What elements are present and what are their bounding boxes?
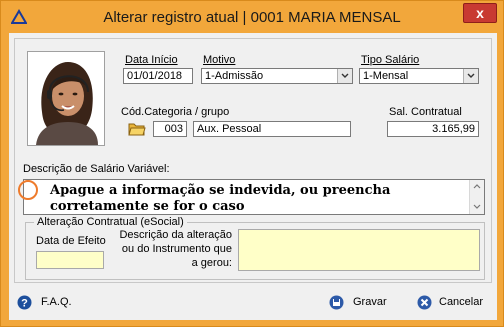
alteracao-contratual-title: Alteração Contratual (eSocial) (34, 216, 187, 228)
descricao-alteracao-label-2: ou do Instrumento que (121, 243, 232, 255)
cancel-icon (417, 295, 432, 310)
scroll-down-icon[interactable] (473, 204, 481, 210)
descricao-salario-memo[interactable]: Apague a informação se indevida, ou pree… (18, 179, 485, 215)
sal-contratual-label: Sal. Contratual (389, 106, 462, 118)
categoria-code-field[interactable]: 003 (153, 121, 187, 137)
tipo-salario-value: 1-Mensal (363, 70, 409, 82)
dialog-window: Alterar registro atual | 0001 MARIA MENS… (0, 0, 504, 327)
scroll-up-icon[interactable] (473, 183, 481, 189)
descricao-salario-text: Apague a informação se indevida, ou pree… (50, 183, 391, 214)
tipo-salario-label: Tipo Salário (361, 54, 420, 66)
categoria-name-field[interactable]: Aux. Pessoal (193, 121, 351, 137)
sal-contratual-field[interactable]: 3.165,99 (387, 121, 479, 137)
faq-label: F.A.Q. (41, 296, 72, 308)
employee-photo (27, 51, 105, 146)
descricao-alteracao-label-3: a gerou: (191, 257, 232, 269)
motivo-label: Motivo (203, 54, 236, 66)
memo-scrollbar[interactable] (469, 180, 484, 214)
motivo-select[interactable]: 1-Admissão (201, 68, 353, 84)
close-button[interactable]: x (463, 3, 497, 23)
dialog-client: Data Início 01/01/2018 Motivo 1-Admissão… (9, 33, 497, 320)
gravar-label: Gravar (353, 296, 387, 308)
folder-icon[interactable] (128, 121, 146, 136)
motivo-value: 1-Admissão (205, 70, 264, 82)
descricao-alteracao-field[interactable] (238, 229, 480, 271)
svg-text:?: ? (21, 298, 28, 310)
window-title: Alterar registro atual | 0001 MARIA MENS… (103, 9, 401, 26)
chevron-down-icon[interactable] (463, 69, 478, 83)
descricao-salario-label: Descrição de Salário Variável: (23, 163, 170, 175)
cancelar-label: Cancelar (439, 296, 484, 308)
categoria-label: Cód.Categoria / grupo (121, 106, 230, 118)
chevron-down-icon[interactable] (337, 69, 352, 83)
descricao-alteracao-label-1: Descrição da alteração (119, 229, 232, 241)
data-efeito-label: Data de Efeito (36, 235, 106, 247)
save-icon (329, 295, 344, 310)
data-inicio-label: Data Início (125, 54, 178, 66)
alteracao-contratual-group: Alteração Contratual (eSocial) Data de E… (25, 216, 485, 280)
cursor-highlight (18, 180, 38, 200)
tipo-salario-select[interactable]: 1-Mensal (359, 68, 479, 84)
data-inicio-field[interactable]: 01/01/2018 (123, 68, 193, 84)
avatar (28, 52, 104, 145)
data-efeito-field[interactable] (36, 251, 104, 269)
help-icon: ? (17, 295, 32, 310)
title-bar[interactable]: Alterar registro atual | 0001 MARIA MENS… (1, 1, 503, 33)
main-panel: Data Início 01/01/2018 Motivo 1-Admissão… (14, 38, 492, 283)
